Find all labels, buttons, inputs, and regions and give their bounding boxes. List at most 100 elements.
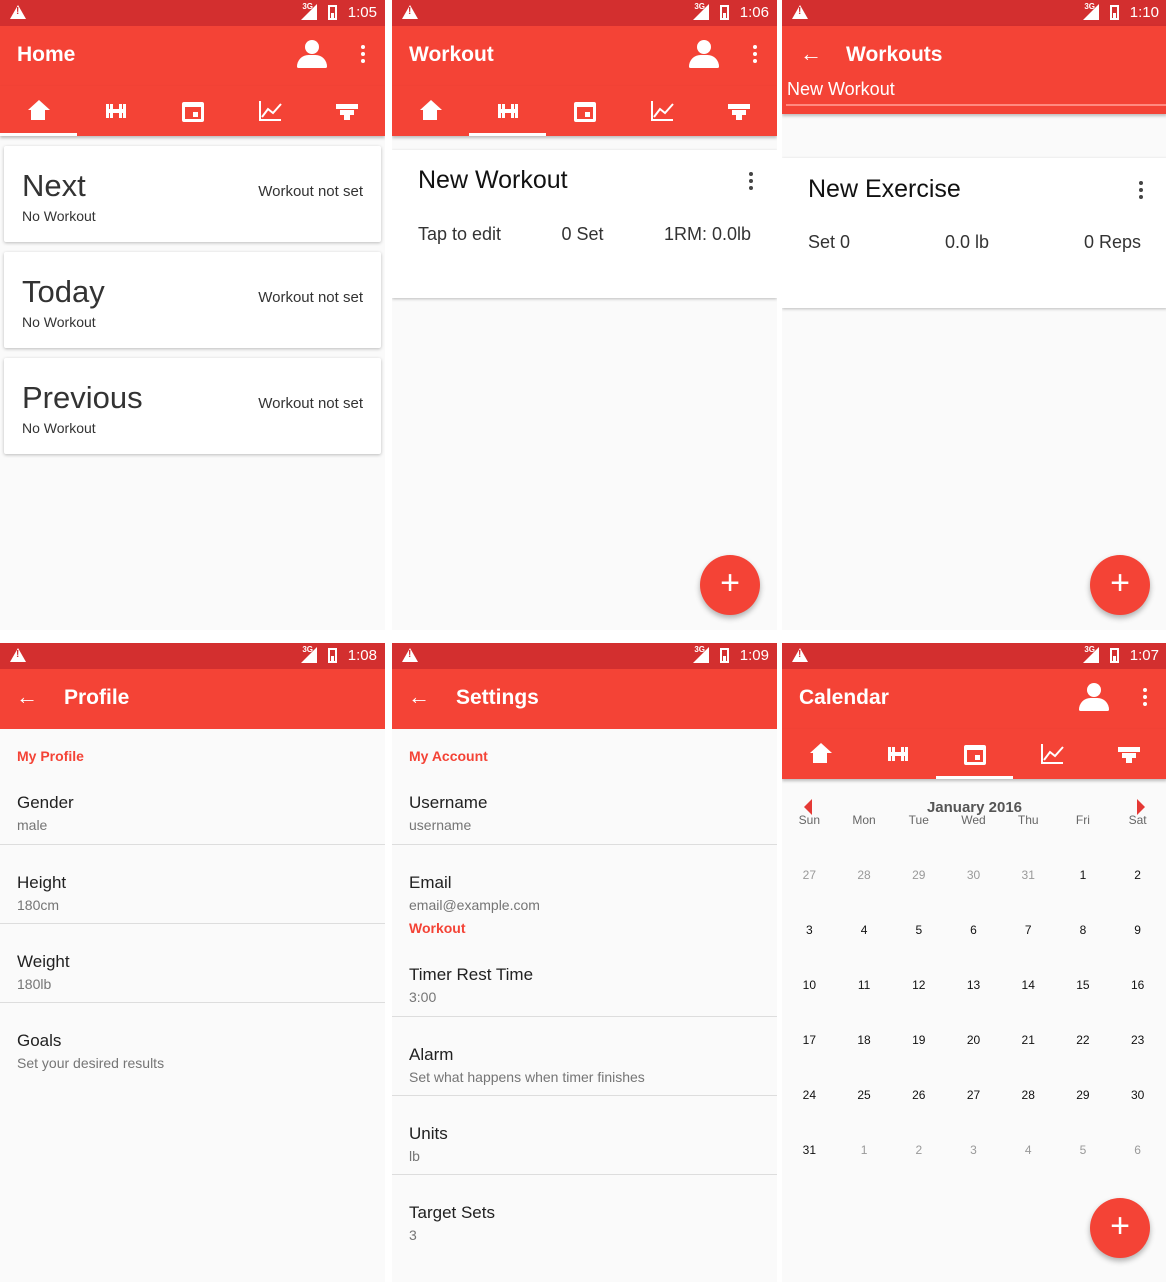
back-arrow-icon[interactable]: ←	[408, 684, 430, 710]
card-title: Today	[22, 274, 105, 309]
calendar-day[interactable]: 22	[1056, 1028, 1111, 1083]
tab-home[interactable]	[392, 86, 469, 136]
tab-leaderboard[interactable]	[308, 86, 385, 136]
workout-name-input[interactable]	[786, 79, 1166, 106]
calendar-day[interactable]: 1	[1056, 863, 1111, 918]
calendar-day[interactable]: 26	[891, 1083, 946, 1138]
calendar-day[interactable]: 18	[837, 1028, 892, 1083]
calendar-day[interactable]: 16	[1110, 973, 1165, 1028]
calendar-day[interactable]: 28	[1001, 1083, 1056, 1138]
tab-calendar[interactable]	[154, 86, 231, 136]
calendar-day[interactable]: 5	[891, 918, 946, 973]
calendar-day[interactable]: 2	[891, 1138, 946, 1193]
day-of-week-label: Tue	[908, 813, 929, 827]
profile-icon[interactable]	[297, 40, 327, 70]
today-card[interactable]: Today No Workout Workout not set	[4, 252, 381, 348]
pref-target-sets[interactable]: Target Sets 3	[392, 1175, 777, 1254]
pref-weight[interactable]: Weight 180lb	[0, 924, 385, 1003]
exercise-stats-row: Set 0 0.0 lb 0 Reps	[808, 232, 1141, 253]
calendar-day[interactable]: 12	[891, 973, 946, 1028]
calendar-day[interactable]: 27	[782, 863, 837, 918]
calendar-day[interactable]: 28	[837, 863, 892, 918]
back-arrow-icon[interactable]: ←	[16, 684, 38, 710]
status-bar: 3G 1:07	[782, 643, 1166, 669]
tab-calendar[interactable]	[546, 86, 623, 136]
calendar-day[interactable]: 13	[946, 973, 1001, 1028]
clock: 1:05	[347, 4, 377, 21]
pref-alarm[interactable]: Alarm Set what happens when timer finish…	[392, 1017, 777, 1096]
tab-leaderboard[interactable]	[700, 86, 777, 136]
calendar-day[interactable]: 31	[1001, 863, 1056, 918]
calendar-day[interactable]: 8	[1056, 918, 1111, 973]
add-button[interactable]: +	[1090, 555, 1150, 615]
more-options-icon[interactable]	[361, 45, 365, 65]
calendar-day[interactable]: 20	[946, 1028, 1001, 1083]
profile-icon[interactable]	[1079, 683, 1109, 713]
calendar-day[interactable]: 2	[1110, 863, 1165, 918]
calendar-day[interactable]: 9	[1110, 918, 1165, 973]
warning-icon	[402, 648, 418, 662]
calendar-day[interactable]: 25	[837, 1083, 892, 1138]
more-options-icon[interactable]	[749, 172, 753, 192]
calendar-day[interactable]: 30	[1110, 1083, 1165, 1138]
pref-units[interactable]: Units lb	[392, 1096, 777, 1175]
status-bar: 3G 1:08	[0, 643, 385, 669]
day-of-week-label: Sat	[1128, 813, 1147, 827]
pref-email[interactable]: Email email@example.com	[392, 845, 777, 918]
pref-username[interactable]: Username username	[392, 746, 777, 845]
tab-stats[interactable]	[623, 86, 700, 136]
tab-workout[interactable]	[77, 86, 154, 136]
calendar-day[interactable]: 4	[837, 918, 892, 973]
pref-goals[interactable]: Goals Set your desired results	[0, 1003, 385, 1082]
calendar-day[interactable]: 30	[946, 863, 1001, 918]
calendar-day[interactable]: 3	[946, 1138, 1001, 1193]
calendar-day[interactable]: 10	[782, 973, 837, 1028]
add-button[interactable]: +	[700, 555, 760, 615]
more-options-icon[interactable]	[753, 45, 757, 65]
calendar-day[interactable]: 19	[891, 1028, 946, 1083]
calendar-day[interactable]: 23	[1110, 1028, 1165, 1083]
calendar-day[interactable]: 24	[782, 1083, 837, 1138]
workout-card[interactable]: New Workout Tap to edit 0 Set 1RM: 0.0lb	[392, 150, 777, 298]
dumbbell-icon	[104, 100, 128, 122]
tab-leaderboard[interactable]	[1090, 729, 1166, 779]
tab-workout[interactable]	[859, 729, 936, 779]
calendar-day[interactable]: 27	[946, 1083, 1001, 1138]
home-screen: 3G 1:05 Home Next No Workout Workout not…	[0, 0, 385, 630]
tab-stats[interactable]	[231, 86, 308, 136]
pref-gender[interactable]: Gender male	[0, 746, 385, 845]
calendar-day[interactable]: 15	[1056, 973, 1111, 1028]
back-arrow-icon[interactable]: ←	[800, 41, 822, 67]
add-button[interactable]: +	[1090, 1198, 1150, 1258]
calendar-day[interactable]: 1	[837, 1138, 892, 1193]
more-options-icon[interactable]	[1139, 181, 1143, 201]
pref-timer-rest-time[interactable]: Timer Rest Time 3:00	[392, 918, 777, 1017]
calendar-day[interactable]: 5	[1056, 1138, 1111, 1193]
tab-home[interactable]	[0, 86, 77, 136]
calendar-day[interactable]: 14	[1001, 973, 1056, 1028]
calendar-day[interactable]: 7	[1001, 918, 1056, 973]
tab-home[interactable]	[782, 729, 859, 779]
tab-workout[interactable]	[469, 86, 546, 136]
next-card[interactable]: Next No Workout Workout not set	[4, 146, 381, 242]
calendar-day[interactable]: 31	[782, 1138, 837, 1193]
pref-title: Target Sets	[409, 1203, 495, 1222]
calendar-day[interactable]: 4	[1001, 1138, 1056, 1193]
more-options-icon[interactable]	[1143, 688, 1147, 708]
profile-icon[interactable]	[689, 40, 719, 70]
calendar-grid: Sun Mon Tue Wed Thu Fri Sat 27 28 29 30 31 1 2 3 4 5 6 7 8 9…	[782, 808, 1165, 1193]
calendar-day[interactable]: 6	[1110, 1138, 1165, 1193]
exercise-card[interactable]: New Exercise Set 0 0.0 lb 0 Reps	[782, 158, 1166, 308]
tab-stats[interactable]	[1013, 729, 1090, 779]
calendar-day[interactable]: 17	[782, 1028, 837, 1083]
tab-calendar[interactable]	[936, 729, 1013, 779]
calendar-day[interactable]: 11	[837, 973, 892, 1028]
previous-card[interactable]: Previous No Workout Workout not set	[4, 358, 381, 454]
calendar-day[interactable]: 6	[946, 918, 1001, 973]
calendar-day[interactable]: 29	[1056, 1083, 1111, 1138]
calendar-day[interactable]: 3	[782, 918, 837, 973]
calendar-day[interactable]: 29	[891, 863, 946, 918]
calendar-icon	[573, 102, 596, 122]
pref-height[interactable]: Height 180cm	[0, 845, 385, 924]
calendar-day[interactable]: 21	[1001, 1028, 1056, 1083]
